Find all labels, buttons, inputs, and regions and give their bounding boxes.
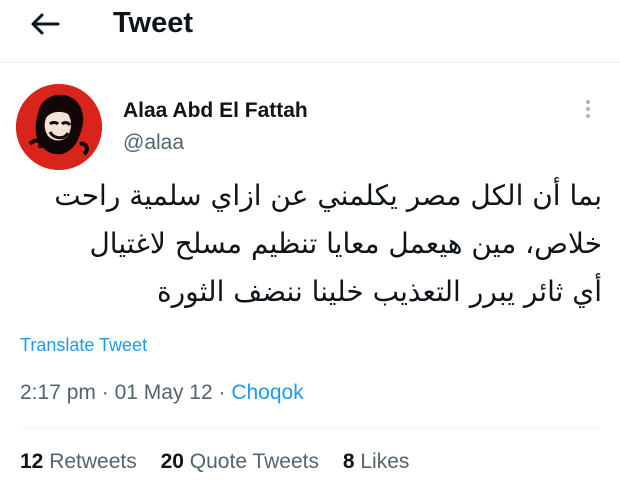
tweet-meta: 2:17 pm · 01 May 12 · Choqok <box>20 380 304 406</box>
tweet-header: Tweet <box>0 0 620 62</box>
arrow-left-icon <box>31 13 60 35</box>
tweet-line: خلاص، مين هيعمل معايا تنظيم مسلح لاغتيال <box>89 227 602 260</box>
header-divider <box>0 62 620 63</box>
author-handle[interactable]: @alaa <box>123 130 184 156</box>
likes-stat[interactable]: 8 Likes <box>343 450 410 473</box>
likes-label: Likes <box>360 450 410 473</box>
quote-tweets-label: Quote Tweets <box>189 450 319 473</box>
retweets-stat[interactable]: 12 Retweets <box>20 450 137 473</box>
tweet-date: 01 May 12 <box>114 381 213 404</box>
retweets-count: 12 <box>20 450 44 473</box>
page-title: Tweet <box>113 7 194 39</box>
more-options-button[interactable] <box>578 97 598 123</box>
tweet-line: بما أن الكل مصر يكلمني عن ازاي سلمية راح… <box>54 179 602 212</box>
tweet-text: بما أن الكل مصر يكلمني عن ازاي سلمية راح… <box>12 172 602 316</box>
quote-tweets-stat[interactable]: 20 Quote Tweets <box>161 450 319 473</box>
meta-separator: · <box>218 381 226 404</box>
stats-divider <box>20 428 600 429</box>
tweet-stats: 12 Retweets 20 Quote Tweets 8 Likes <box>20 449 427 475</box>
tweet-source-link[interactable]: Choqok <box>231 381 303 404</box>
translate-tweet-link[interactable]: Translate Tweet <box>20 334 147 356</box>
quote-tweets-count: 20 <box>160 450 184 473</box>
avatar-portrait-image <box>16 84 102 170</box>
more-vertical-icon <box>578 100 598 118</box>
retweets-label: Retweets <box>49 450 137 473</box>
avatar[interactable] <box>16 84 102 170</box>
likes-count: 8 <box>342 450 355 473</box>
tweet-time: 2:17 pm <box>20 381 96 404</box>
tweet-line: أي ثائر يبرر التعذيب خلينا ننضف الثورة <box>156 275 602 308</box>
meta-separator: · <box>101 381 109 404</box>
back-button[interactable] <box>28 10 62 38</box>
author-name[interactable]: Alaa Abd El Fattah <box>123 98 308 124</box>
